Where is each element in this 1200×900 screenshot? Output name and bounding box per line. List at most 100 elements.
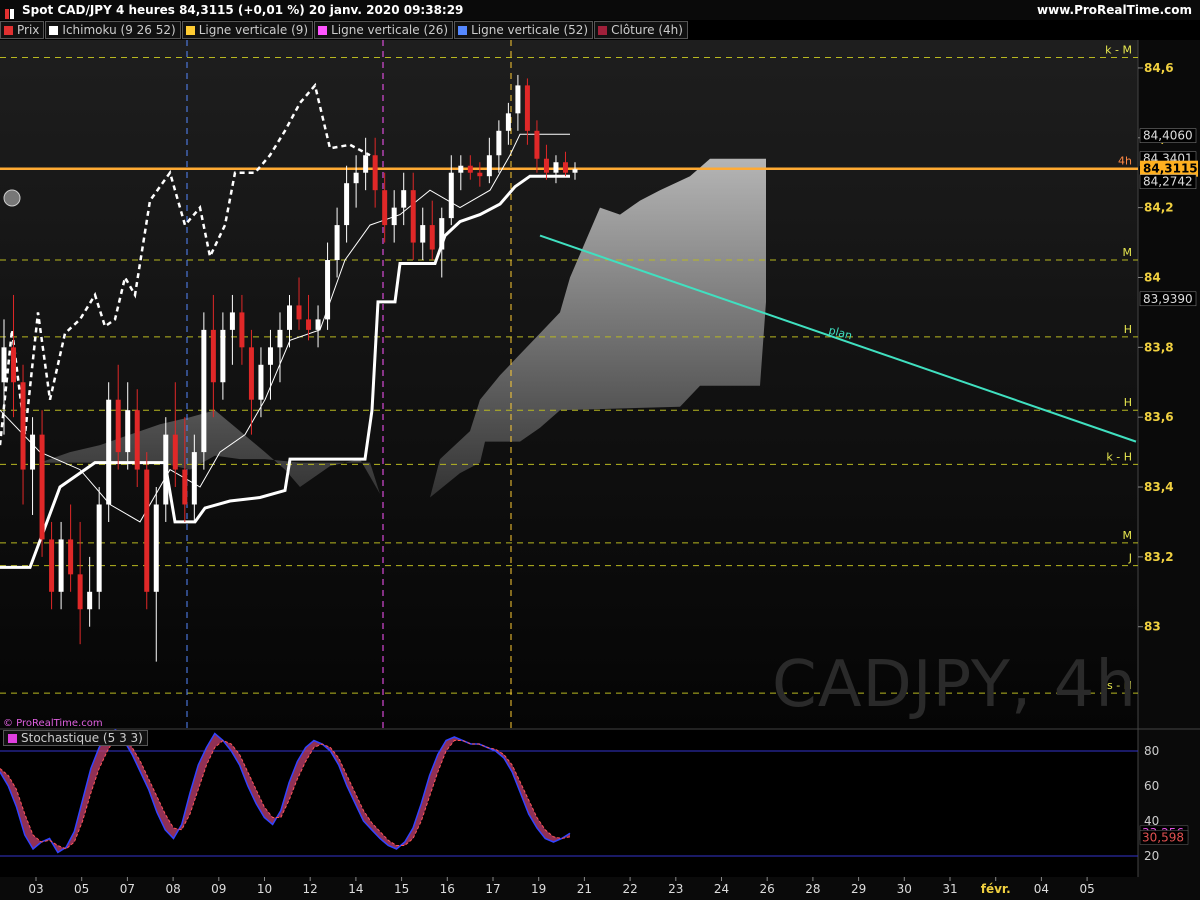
time-tick-label: 14 — [348, 882, 363, 896]
candle-body — [363, 155, 369, 173]
price-label: 84,4060 — [1143, 129, 1193, 143]
candle-body — [458, 165, 464, 173]
candle-body — [106, 399, 112, 505]
level-label: k - H — [1106, 450, 1132, 463]
candle-body — [325, 260, 331, 320]
price-tick-label: 83 — [1144, 620, 1161, 634]
time-tick-label: 29 — [851, 882, 866, 896]
symbol-watermark: CADJPY, 4h — [772, 648, 1137, 722]
candle-body — [125, 410, 131, 453]
candle-body — [382, 190, 388, 226]
candle-body — [534, 130, 540, 159]
candle-body — [182, 469, 188, 505]
time-tick-label: 05 — [1079, 882, 1094, 896]
time-tick-label: 12 — [303, 882, 318, 896]
stoch-tick-label: 80 — [1144, 744, 1159, 758]
candle-body — [505, 113, 511, 131]
candle-body — [115, 399, 121, 453]
time-tick-label: 17 — [485, 882, 500, 896]
candle-body — [334, 225, 340, 261]
branding-label: © ProRealTime.com — [3, 718, 103, 729]
candle-body — [486, 155, 492, 177]
price-tick-label: 84 — [1144, 270, 1161, 284]
candle-body — [315, 319, 321, 330]
time-tick-label: 28 — [805, 882, 820, 896]
level-label: M — [1123, 529, 1133, 542]
candle-body — [277, 329, 283, 348]
candle-body — [448, 172, 454, 219]
candle-body — [572, 169, 578, 173]
candle-body — [344, 183, 350, 226]
time-tick-label: 31 — [942, 882, 957, 896]
candle-body — [210, 329, 216, 383]
candle-body — [287, 305, 292, 330]
candle-body — [420, 225, 426, 243]
candle-body — [68, 539, 74, 575]
candle-body — [49, 539, 55, 592]
time-tick-label: 07 — [120, 882, 135, 896]
stochastic-label: Stochastique (5 3 3) — [21, 731, 143, 745]
candle-body — [134, 410, 140, 470]
candle-body — [467, 165, 473, 173]
candle-body — [191, 452, 197, 505]
candle-body — [515, 85, 521, 114]
drawing-tool-icon — [3, 189, 21, 207]
price-chart[interactable]: k - MMHHk - HMJts - H4hplan8383,283,483,… — [0, 0, 1200, 900]
time-tick-label: 30 — [897, 882, 912, 896]
time-tick-label: févr. — [981, 882, 1011, 896]
candle-body — [144, 469, 150, 592]
price-tick-label: 84,6 — [1144, 61, 1174, 75]
price-label: 84,3115 — [1143, 162, 1198, 176]
candle-body — [87, 591, 93, 610]
candle-body — [553, 162, 559, 173]
candle-body — [524, 85, 530, 131]
candle-body — [248, 347, 254, 400]
price-tick-label: 83,4 — [1144, 480, 1174, 494]
time-tick-label: 16 — [440, 882, 455, 896]
stoch-tick-label: 20 — [1144, 849, 1159, 863]
candle-body — [477, 172, 483, 177]
candle-body — [39, 434, 45, 540]
price-tick-label: 83,6 — [1144, 410, 1174, 424]
time-tick-label: 15 — [394, 882, 409, 896]
stochastic-legend[interactable]: Stochastique (5 3 3) — [3, 730, 148, 746]
time-tick-label: 03 — [28, 882, 43, 896]
candle-body — [201, 329, 207, 453]
candle-body — [496, 130, 502, 156]
price-label: 83,9390 — [1143, 292, 1193, 306]
candle-body — [372, 155, 378, 191]
candle-body — [163, 434, 169, 505]
candle-body — [391, 207, 397, 226]
candle-body — [562, 162, 568, 173]
candle-body — [77, 574, 83, 610]
level-label: H — [1124, 396, 1132, 409]
candle-body — [1, 347, 7, 383]
time-tick-label: 21 — [577, 882, 592, 896]
time-tick-label: 26 — [760, 882, 775, 896]
candle-body — [296, 305, 302, 320]
candle-body — [20, 382, 26, 470]
level-label: k - M — [1105, 43, 1132, 56]
candle-body — [401, 190, 407, 208]
candle-body — [220, 329, 226, 383]
candle-body — [229, 312, 235, 330]
stoch-value-label: 30,598 — [1142, 830, 1184, 844]
candle-body — [11, 347, 17, 383]
price-label: 84,2742 — [1143, 175, 1193, 189]
price-tick-label: 84,2 — [1144, 201, 1174, 215]
time-tick-label: 09 — [211, 882, 226, 896]
time-tick-label: 24 — [714, 882, 729, 896]
time-tick-label: 19 — [531, 882, 546, 896]
candle-body — [353, 172, 359, 184]
close-level-label: 4h — [1118, 155, 1132, 168]
time-tick-label: 04 — [1034, 882, 1049, 896]
candle-body — [58, 539, 64, 592]
candle-body — [153, 504, 159, 592]
candle-body — [239, 312, 245, 348]
candle-body — [96, 504, 102, 592]
candle-body — [439, 218, 445, 250]
candle-body — [267, 347, 273, 365]
candle-body — [543, 158, 549, 173]
time-tick-label: 05 — [74, 882, 89, 896]
time-tick-label: 10 — [257, 882, 272, 896]
